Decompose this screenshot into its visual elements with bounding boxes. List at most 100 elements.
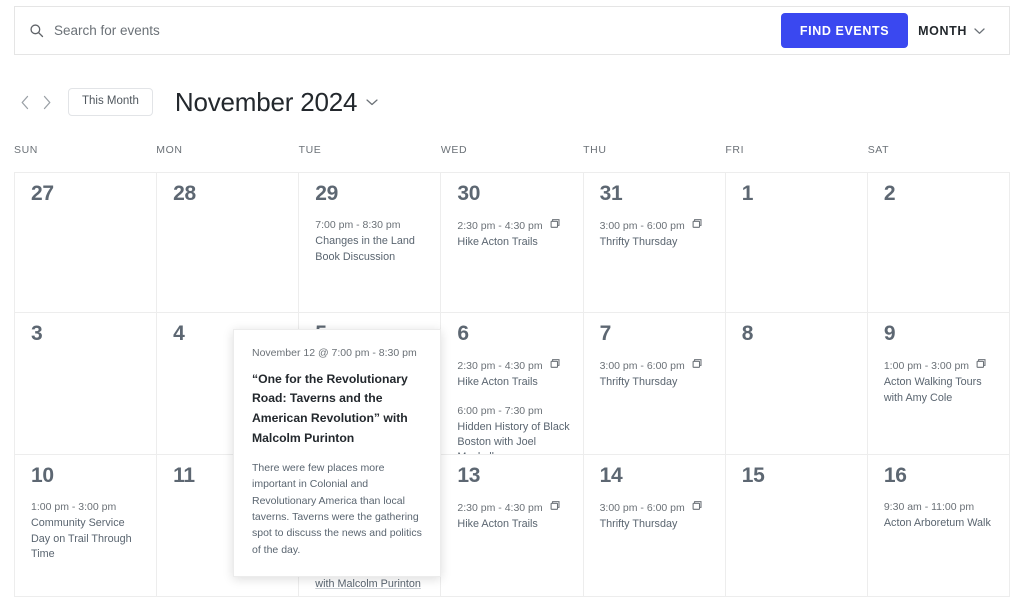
event-title-link[interactable]: Hidden History of Black Boston with Joel…: [457, 421, 569, 454]
day-number: 9: [883, 322, 896, 345]
recurring-events-icon: [690, 500, 702, 515]
day-number: 27: [31, 182, 54, 205]
weekday-header-row: SUN MON TUE WED THU FRI SAT: [14, 144, 1010, 156]
weekday-label-sun: SUN: [14, 144, 38, 156]
event-title-link[interactable]: Thrifty Thursday: [600, 236, 678, 248]
calendar-day-cell[interactable]: 2: [867, 173, 1010, 313]
event-title-link[interactable]: Changes in the Land Book Discussion: [315, 235, 415, 262]
calendar-day-cell[interactable]: 31 3:00 pm - 6:00 pm Thrifty Thursday: [583, 173, 726, 313]
calendar-day-cell[interactable]: 1: [725, 173, 868, 313]
event-time: 3:00 pm - 6:00 pm: [599, 359, 685, 372]
event-title: Changes in the Land Book Discussion: [315, 234, 428, 265]
calendar-event[interactable]: 2:30 pm - 4:30 pm Hike Acton Trails: [457, 500, 570, 533]
event-time-row: 2:30 pm - 4:30 pm: [457, 358, 570, 373]
event-title-link[interactable]: Acton Walking Tours with Amy Cole: [884, 376, 982, 403]
event-title-link[interactable]: Hike Acton Trails: [457, 376, 537, 388]
calendar-day-cell[interactable]: 16 9:30 am - 11:00 pm Acton Arboretum Walk: [867, 455, 1010, 597]
event-time-row: 3:00 pm - 6:00 pm: [600, 500, 713, 515]
event-time: 2:30 pm - 4:30 pm: [457, 359, 543, 372]
calendar-day-cell[interactable]: 8: [725, 313, 868, 455]
day-number: 16: [883, 464, 907, 487]
event-title: Hike Acton Trails: [457, 235, 570, 250]
tooltip-excerpt: There were few places more important in …: [252, 461, 422, 556]
calendar-event[interactable]: 2:30 pm - 4:30 pm Hike Acton Trails: [457, 218, 570, 251]
calendar-day-cell[interactable]: 7 3:00 pm - 6:00 pm Thrifty Thursday: [583, 313, 726, 455]
this-month-button[interactable]: This Month: [68, 88, 153, 116]
event-title: Hike Acton Trails: [457, 517, 570, 532]
view-selector-label: MONTH: [918, 23, 967, 38]
calendar-day-cell[interactable]: 28: [157, 173, 300, 313]
day-number: 31: [599, 182, 623, 205]
event-time-row: 2:30 pm - 4:30 pm: [457, 500, 570, 515]
weekday-label-tue: TUE: [298, 144, 322, 156]
calendar-day-cell[interactable]: 10 1:00 pm - 3:00 pm Community Service Day…: [15, 455, 158, 597]
calendar-day-cell[interactable]: 3: [15, 313, 158, 455]
calendar-day-cell[interactable]: 30 2:30 pm - 4:30 pm Hike Acton Trails: [441, 173, 584, 313]
calendar-day-cell[interactable]: 27: [15, 173, 158, 313]
event-title: Thrifty Thursday: [600, 235, 713, 250]
calendar-week-row: 27 28 29 7:00 pm - 8:30 pm Changes in the La…: [15, 173, 1010, 313]
calendar-event[interactable]: 1:00 pm - 3:00 pm Community Service Day o…: [31, 500, 144, 562]
event-title-link[interactable]: Acton Arboretum Walk: [884, 517, 991, 529]
calendar-navigation: This Month November 2024: [14, 86, 378, 118]
day-number: 1: [741, 182, 754, 205]
tooltip-title: “One for the Revolutionary Road: Taverns…: [252, 371, 408, 445]
event-title-link[interactable]: Thrifty Thursday: [600, 376, 678, 388]
event-time: 3:00 pm - 6:00 pm: [599, 501, 685, 514]
calendar-event[interactable]: 3:00 pm - 6:00 pm Thrifty Thursday: [600, 218, 713, 251]
event-time-row: 7:00 pm - 8:30 pm: [315, 218, 428, 232]
event-time-row: 3:00 pm - 6:00 pm: [600, 218, 713, 233]
tooltip-date: November 12 @ 7:00 pm - 8:30 pm: [252, 347, 417, 359]
chevron-left-icon: [21, 95, 29, 109]
calendar-day-cell[interactable]: 6 2:30 pm - 4:30 pm Hike Acton Trails 6:00 …: [441, 313, 584, 455]
calendar-week-row: 10 1:00 pm - 3:00 pm Community Service Day…: [15, 455, 1010, 597]
event-time: 1:00 pm - 3:00 pm: [883, 359, 970, 372]
day-number: 13: [457, 464, 481, 487]
event-time: 6:00 pm - 7:30 pm: [457, 404, 543, 417]
calendar-event[interactable]: 7:00 pm - 8:30 pm Changes in the Land Boo…: [315, 218, 428, 265]
weekday-label-sat: SAT: [867, 144, 890, 156]
recurring-events-icon: [548, 500, 560, 515]
calendar-event[interactable]: 3:00 pm - 6:00 pm Thrifty Thursday: [600, 358, 713, 391]
find-events-button[interactable]: FIND EVENTS: [780, 13, 909, 48]
search-field[interactable]: [15, 7, 781, 54]
day-number: 15: [741, 464, 765, 487]
recurring-events-icon: [690, 358, 702, 373]
calendar-event[interactable]: 1:00 pm - 3:00 pm Acton Walking Tours wit…: [884, 358, 997, 406]
event-time-row: 9:30 am - 11:00 pm: [884, 500, 997, 514]
day-number: 10: [31, 464, 54, 487]
calendar-event[interactable]: 2:30 pm - 4:30 pm Hike Acton Trails: [457, 358, 570, 391]
weekday-label-wed: WED: [440, 144, 468, 156]
event-title-link[interactable]: Hike Acton Trails: [457, 518, 537, 530]
calendar-event[interactable]: 3:00 pm - 6:00 pm Thrifty Thursday: [600, 500, 713, 533]
event-title: Acton Walking Tours with Amy Cole: [884, 375, 997, 406]
month-title-dropdown[interactable]: November 2024: [175, 89, 378, 115]
view-selector-month[interactable]: MONTH: [918, 24, 985, 38]
search-input[interactable]: [54, 7, 354, 54]
event-title-link[interactable]: Community Service Day on Trail Through T…: [31, 517, 132, 560]
event-time: 2:30 pm - 4:30 pm: [457, 219, 543, 232]
month-calendar-grid: 27 28 29 7:00 pm - 8:30 pm Changes in the La…: [14, 172, 1010, 597]
calendar-day-cell[interactable]: 29 7:00 pm - 8:30 pm Changes in the Land B…: [299, 173, 442, 313]
event-title-link[interactable]: Thrifty Thursday: [600, 518, 678, 530]
weekday-label-mon: MON: [156, 144, 183, 156]
recurring-events-icon: [690, 218, 702, 233]
day-number: 7: [599, 322, 612, 345]
weekday-label-thu: THU: [583, 144, 607, 156]
event-time-row: 6:00 pm - 7:30 pm: [457, 404, 570, 418]
chevron-right-icon: [43, 95, 51, 109]
calendar-event[interactable]: 6:00 pm - 7:30 pm Hidden History of Black…: [457, 404, 570, 455]
event-time: 2:30 pm - 4:30 pm: [457, 501, 543, 514]
event-title-link[interactable]: Hike Acton Trails: [457, 236, 537, 248]
calendar-day-cell[interactable]: 9 1:00 pm - 3:00 pm Acton Walking Tours wi…: [867, 313, 1010, 455]
calendar-day-cell[interactable]: 15: [725, 455, 868, 597]
previous-month-button[interactable]: [14, 88, 36, 116]
event-title: Acton Arboretum Walk: [884, 516, 997, 531]
event-time-row: 1:00 pm - 3:00 pm: [884, 358, 997, 373]
page-title: November 2024: [174, 87, 358, 117]
next-month-button[interactable]: [36, 88, 58, 116]
calendar-day-cell[interactable]: 14 3:00 pm - 6:00 pm Thrifty Thursday: [583, 455, 726, 597]
calendar-day-cell[interactable]: 13 2:30 pm - 4:30 pm Hike Acton Trails: [441, 455, 584, 597]
calendar-event[interactable]: 9:30 am - 11:00 pm Acton Arboretum Walk: [884, 500, 997, 532]
day-number: 3: [31, 322, 43, 345]
